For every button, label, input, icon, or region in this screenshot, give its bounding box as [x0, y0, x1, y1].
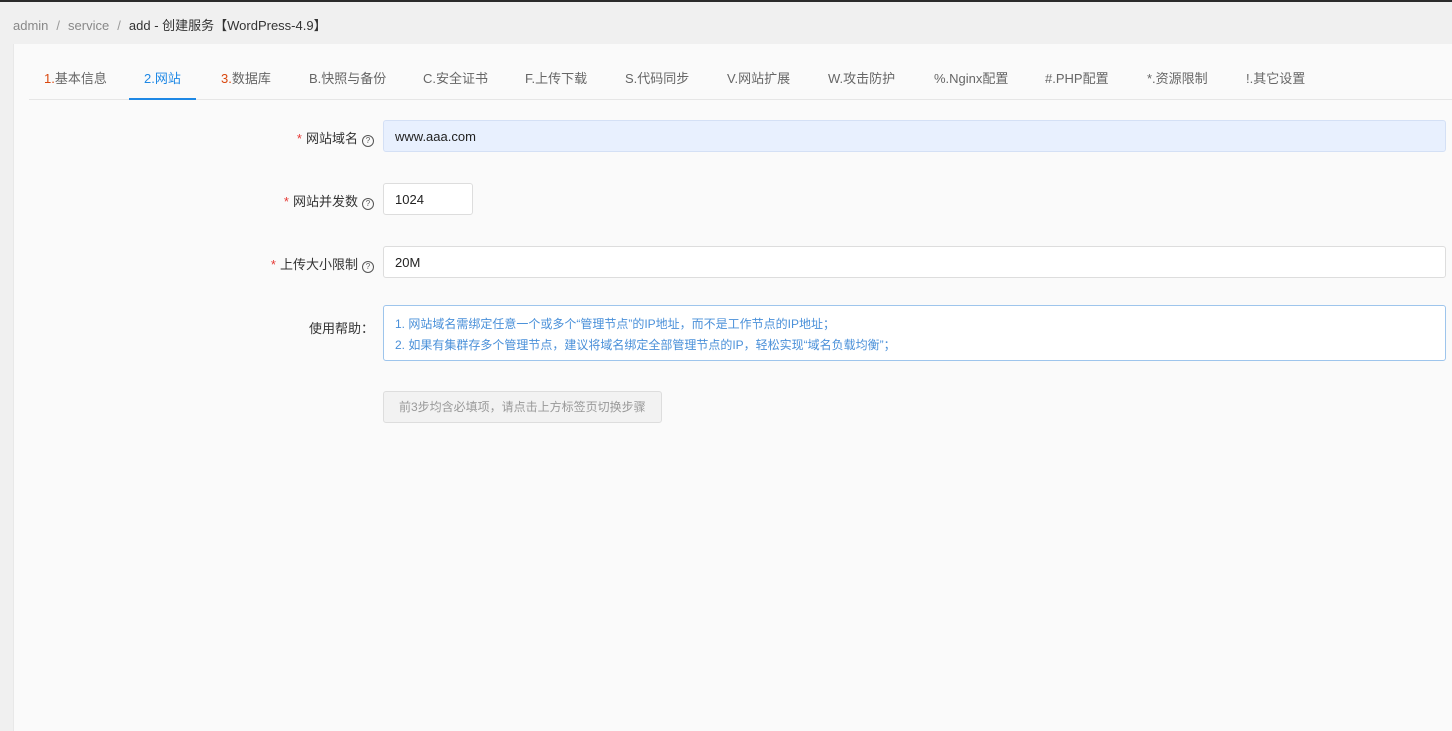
domain-input[interactable] — [383, 120, 1446, 152]
tab-bar: 1.基本信息 2.网站 3.数据库 B.快照与备份 C.安全证书 F.上传下载 … — [29, 63, 1452, 100]
tab-upload-download[interactable]: F.上传下载 — [525, 63, 587, 99]
concurrency-label: * 网站并发数? — [284, 191, 374, 210]
tab-database[interactable]: 3.数据库 — [221, 63, 271, 99]
main-panel: 1.基本信息 2.网站 3.数据库 B.快照与备份 C.安全证书 F.上传下载 … — [13, 44, 1452, 731]
tab-nginx-config[interactable]: %.Nginx配置 — [934, 63, 1008, 99]
tab-ssl-cert[interactable]: C.安全证书 — [423, 63, 488, 99]
tab-resource-limit[interactable]: *.资源限制 — [1147, 63, 1208, 99]
required-steps-hint-button[interactable]: 前3步均含必填项，请点击上方标签页切换步骤 — [383, 391, 662, 423]
help-box: 1. 网站域名需绑定任意一个或多个“管理节点”的IP地址，而不是工作节点的IP地… — [383, 305, 1446, 361]
question-circle-icon[interactable]: ? — [362, 135, 374, 147]
breadcrumb: admin / service / add - 创建服务【WordPress-4.9】 — [13, 15, 327, 34]
required-mark: * — [270, 257, 276, 272]
help-line-2: 2. 如果有集群存多个管理节点，建议将域名绑定全部管理节点的IP，轻松实现“域名… — [395, 338, 896, 352]
breadcrumb-admin[interactable]: admin — [13, 18, 48, 33]
top-bar: admin / service / add - 创建服务【WordPress-4.9】 — [0, 0, 1452, 44]
tab-attack-protection[interactable]: W.攻击防护 — [828, 63, 895, 99]
required-mark: * — [283, 194, 289, 209]
breadcrumb-separator: / — [117, 18, 121, 33]
tab-other-settings[interactable]: !.其它设置 — [1246, 63, 1305, 99]
breadcrumb-separator: / — [56, 18, 61, 33]
tab-code-sync[interactable]: S.代码同步 — [625, 63, 689, 99]
upload-limit-input[interactable] — [383, 246, 1446, 278]
help-label: 使用帮助： — [308, 321, 374, 336]
tab-site-extension[interactable]: V.网站扩展 — [727, 63, 790, 99]
breadcrumb-service[interactable]: service — [68, 18, 109, 33]
tab-php-config[interactable]: #.PHP配置 — [1045, 63, 1109, 99]
tab-basic-info[interactable]: 1.基本信息 — [44, 63, 107, 99]
concurrency-input[interactable] — [383, 183, 473, 215]
breadcrumb-add: add — [128, 18, 151, 33]
question-circle-icon[interactable]: ? — [362, 198, 374, 210]
tab-snapshot-backup[interactable]: B.快照与备份 — [309, 63, 386, 99]
upload-limit-label: * 上传大小限制? — [271, 254, 374, 273]
required-mark: * — [296, 131, 302, 146]
question-circle-icon[interactable]: ? — [362, 261, 374, 273]
help-line-1: 1. 网站域名需绑定任意一个或多个“管理节点”的IP地址，而不是工作节点的IP地… — [395, 317, 836, 331]
domain-label: * 网站域名? — [297, 128, 374, 147]
tab-website[interactable]: 2.网站 — [129, 63, 196, 100]
page-title: - 创建服务【WordPress-4.9】 — [154, 18, 327, 33]
